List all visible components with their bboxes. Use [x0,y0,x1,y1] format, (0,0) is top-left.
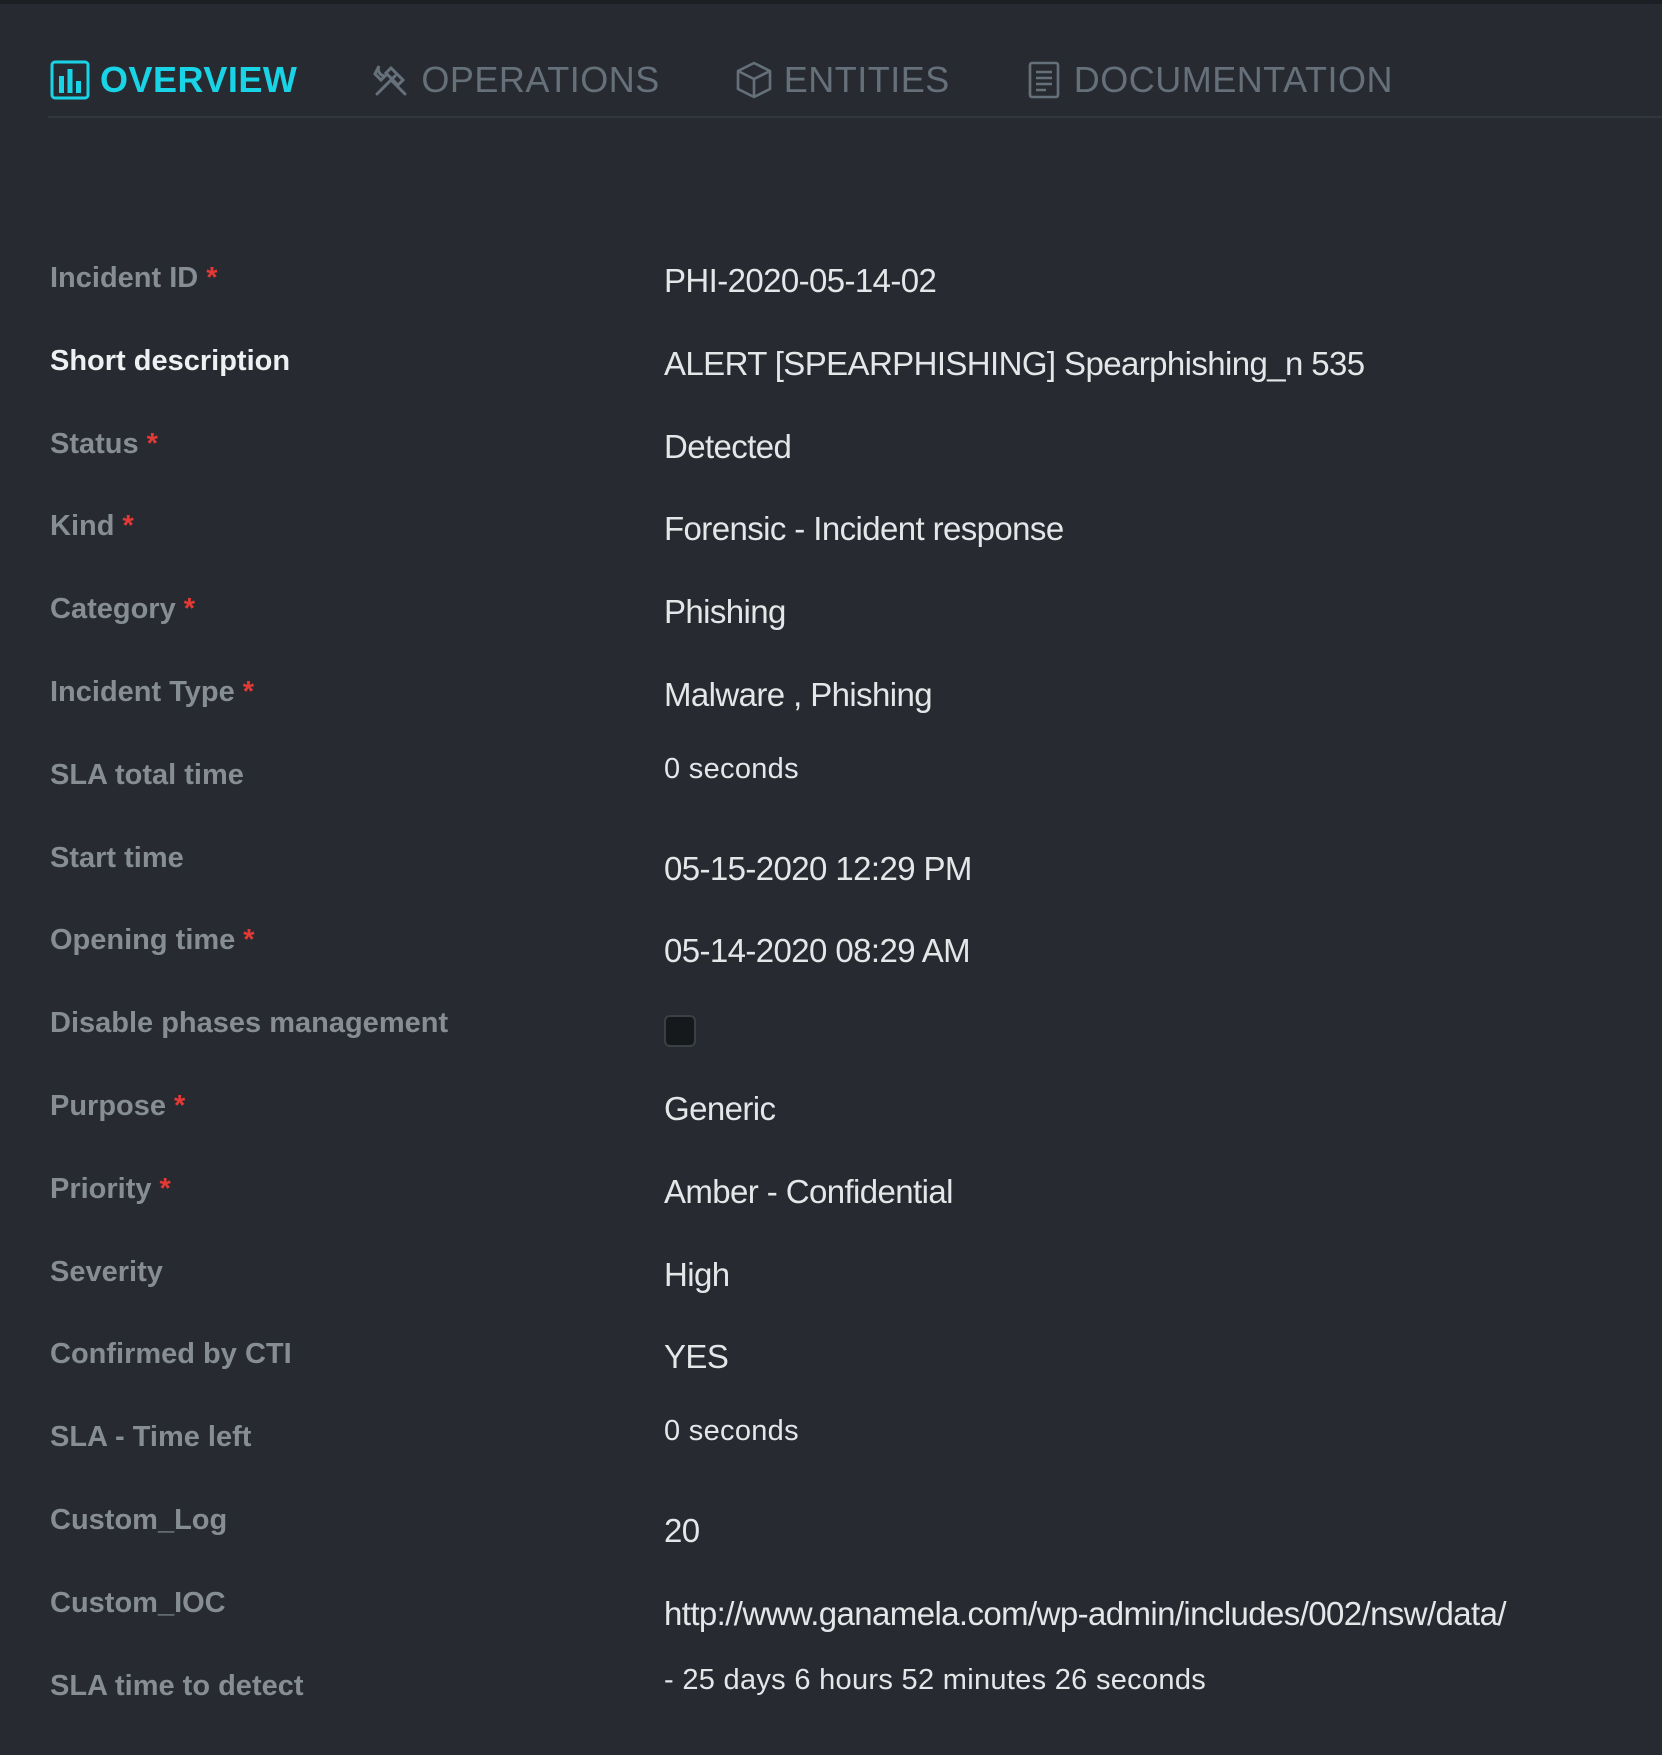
field-row-opening-time: Opening time * 05-14-2020 08:29 AM [50,912,1610,995]
field-label: Incident ID * [50,262,218,294]
field-label: Start time [50,841,184,874]
field-row-kind: Kind * Forensic - Incident response [50,498,1610,581]
field-row-sla-total-time: SLA total time 0 seconds [50,747,1610,830]
incident-fields: Incident ID * PHI-2020-05-14-02 Short des… [50,250,1610,1740]
field-row-incident-id: Incident ID * PHI-2020-05-14-02 [50,250,1610,333]
field-label: Category * [50,593,195,626]
field-row-incident-type: Incident Type * Malware , Phishing [50,664,1610,747]
required-marker: * [243,924,255,957]
field-value[interactable]: ALERT [SPEARPHISHING] Spearphishing_n 53… [664,345,1365,383]
field-value[interactable]: 05-14-2020 08:29 AM [664,932,971,970]
field-label: SLA total time [50,758,244,791]
field-row-severity: Severity High [50,1244,1610,1327]
field-label: Confirmed by CTI [50,1338,292,1371]
field-label: Kind * [50,510,134,543]
field-label: Priority * [50,1172,171,1205]
field-row-disable-phases-management: Disable phases management [50,995,1610,1078]
tab-entities-label: ENTITIES [783,59,950,100]
field-label: Custom_IOC [50,1586,226,1619]
field-row-priority: Priority * Amber - Confidential [50,1161,1610,1244]
field-row-category: Category * Phishing [50,581,1610,664]
tab-operations-label: OPERATIONS [421,59,660,100]
field-label: SLA - Time left [50,1421,252,1454]
field-value[interactable]: YES [664,1338,729,1376]
field-value[interactable]: PHI-2020-05-14-02 [664,262,937,300]
field-label: Disable phases management [50,1007,449,1040]
required-marker: * [206,262,218,294]
tab-operations[interactable]: OPERATIONS [369,50,659,110]
required-marker: * [159,1172,171,1205]
field-label: Short description [50,344,291,377]
field-row-short-description: Short description ALERT [SPEARPHISHING] … [50,333,1610,416]
field-row-start-time: Start time 05-15-2020 12:29 PM [50,830,1610,913]
field-value: 0 seconds [664,752,799,785]
field-row-sla-time-left: SLA - Time left 0 seconds [50,1409,1610,1492]
tab-overview-label: OVERVIEW [100,59,298,100]
required-marker: * [183,593,195,626]
field-value: - 25 days 6 hours 52 minutes 26 seconds [664,1663,1207,1696]
field-label: Incident Type * [50,675,255,708]
required-marker: * [146,427,158,460]
field-value: 0 seconds [664,1415,799,1448]
field-label: Opening time * [50,924,255,957]
field-label: Severity [50,1255,163,1288]
disable-phases-checkbox[interactable] [664,1015,696,1048]
field-value[interactable]: Forensic - Incident response [664,510,1064,548]
field-value[interactable]: 20 [664,1512,700,1550]
cube-icon [732,58,776,102]
field-label: SLA time to detect [50,1669,304,1702]
field-row-sla-time-to-detect: SLA time to detect - 25 days 6 hours 52 … [50,1658,1610,1741]
field-value[interactable]: Detected [664,428,792,466]
window-top-border [0,0,1662,4]
tools-icon [369,58,413,102]
field-row-custom-ioc: Custom_IOC http://www.ganamela.com/wp-ad… [50,1575,1610,1658]
field-value[interactable]: http://www.ganamela.com/wp-admin/include… [664,1595,1507,1633]
field-row-custom-log: Custom_Log 20 [50,1492,1610,1575]
required-marker: * [122,510,134,543]
field-value[interactable]: Phishing [664,593,786,631]
bar-chart-icon [48,58,92,102]
required-marker: * [174,1089,186,1122]
field-row-status: Status * Detected [50,416,1610,499]
field-value[interactable]: Amber - Confidential [664,1173,953,1211]
field-value[interactable]: 05-15-2020 12:29 PM [664,850,972,888]
required-marker: * [242,675,255,708]
field-row-purpose: Purpose * Generic [50,1078,1610,1161]
field-value[interactable]: High [664,1256,730,1294]
document-icon [1022,58,1066,102]
field-row-confirmed-by-cti: Confirmed by CTI YES [50,1326,1610,1409]
tab-overview[interactable]: OVERVIEW [48,50,297,110]
field-label: Status * [50,427,158,460]
tab-documentation[interactable]: DOCUMENTATION [1022,50,1393,110]
field-value[interactable]: Malware , Phishing [664,676,933,714]
tab-documentation-label: DOCUMENTATION [1073,59,1393,100]
field-value[interactable]: Generic [664,1090,776,1128]
field-label: Custom_Log [50,1503,228,1536]
tab-entities[interactable]: ENTITIES [732,50,950,110]
field-label: Purpose * [50,1089,186,1122]
tab-bar: OVERVIEW OPERATIONS ENTITIES DOCUMENTATI… [48,44,1662,118]
